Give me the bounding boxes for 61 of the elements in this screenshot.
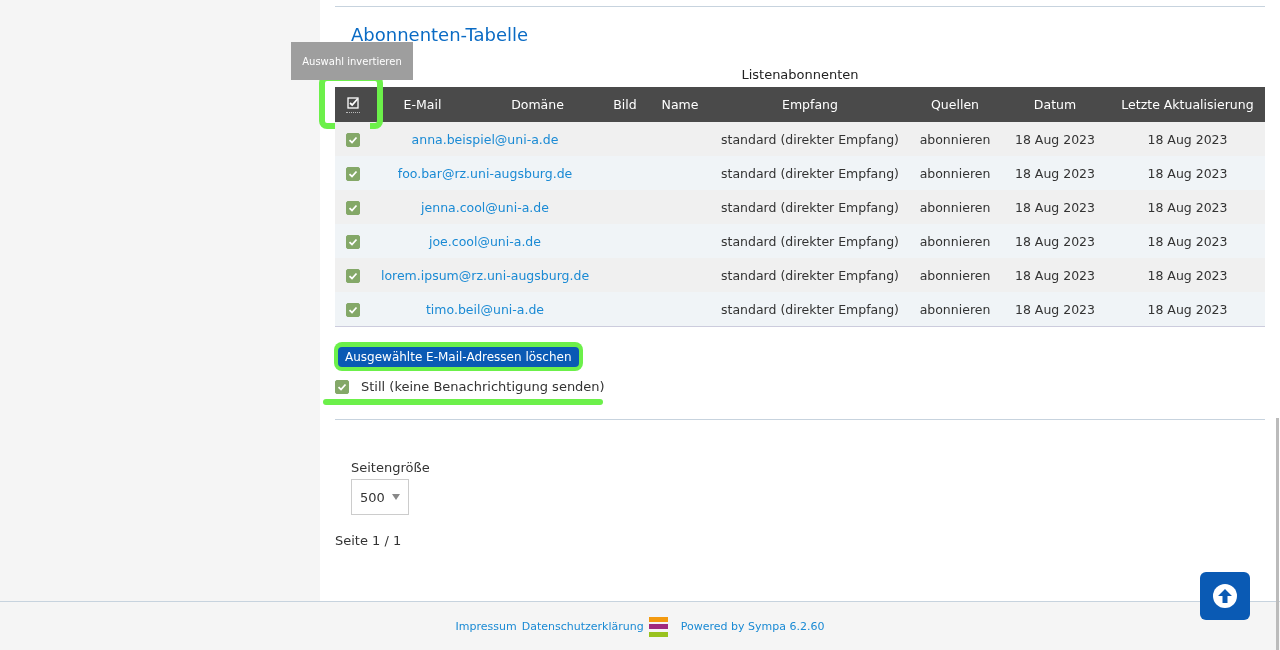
- column-header[interactable]: Name: [650, 87, 710, 122]
- table-cell: 18 Aug 2023: [1000, 258, 1110, 292]
- scroll-to-top-button[interactable]: [1200, 572, 1250, 620]
- table-cell: standard (direkter Empfang): [710, 190, 910, 224]
- checkbox[interactable]: [335, 379, 349, 394]
- table-cell: standard (direkter Empfang): [710, 122, 910, 156]
- table-cell: standard (direkter Empfang): [710, 292, 910, 327]
- pagination-text: Seite 1 / 1: [335, 533, 403, 548]
- table-cell: 18 Aug 2023: [1000, 224, 1110, 258]
- column-header[interactable]: Empfang: [710, 87, 910, 122]
- table-cell: standard (direkter Empfang): [710, 224, 910, 258]
- check-icon: [347, 304, 358, 315]
- page-size-label: Seitengröße: [351, 460, 431, 475]
- table-cell: 18 Aug 2023: [1000, 292, 1110, 327]
- table-caption: Listenabonnenten: [740, 67, 860, 84]
- table-cell: abonnieren: [910, 156, 1000, 190]
- check-icon: [347, 202, 358, 213]
- checkbox[interactable]: [345, 166, 360, 181]
- column-header[interactable]: Quellen: [910, 87, 1000, 122]
- check-icon: [347, 270, 358, 281]
- check-icon: [337, 381, 347, 392]
- page-size-select[interactable]: 500: [351, 479, 409, 515]
- check-icon: [347, 134, 358, 145]
- table-cell: 18 Aug 2023: [1110, 122, 1265, 156]
- column-header[interactable]: Domäne: [475, 87, 600, 122]
- column-header[interactable]: Letzte Aktualisierung: [1110, 87, 1265, 122]
- table-cell: abonnieren: [910, 258, 1000, 292]
- footer-link[interactable]: Powered by Sympa 6.2.60: [680, 620, 825, 633]
- table-cell: 18 Aug 2023: [1000, 122, 1110, 156]
- footer-link[interactable]: Impressum: [455, 620, 517, 633]
- checkbox[interactable]: [345, 268, 360, 283]
- column-header[interactable]: Bild: [600, 87, 650, 122]
- caret-icon: [392, 494, 400, 500]
- delete-selected-button[interactable]: Ausgewählte E-Mail-Adressen löschen: [338, 347, 579, 367]
- footer-link[interactable]: Datenschutzerklärung: [521, 620, 644, 633]
- checkbox[interactable]: [345, 132, 360, 147]
- select-all-toggle[interactable]: [345, 96, 360, 113]
- column-header[interactable]: E-Mail: [370, 87, 475, 122]
- check-icon: [347, 168, 358, 179]
- check-icon: [347, 236, 358, 247]
- table-cell: 18 Aug 2023: [1110, 224, 1265, 258]
- table-cell: 18 Aug 2023: [1000, 156, 1110, 190]
- table-cell: 18 Aug 2023: [1110, 292, 1265, 327]
- table-cell: 18 Aug 2023: [1000, 190, 1110, 224]
- table-cell: abonnieren: [910, 190, 1000, 224]
- tooltip: Auswahl invertieren: [291, 42, 413, 80]
- stripes-logo-icon: [648, 616, 668, 637]
- column-header[interactable]: Datum: [1000, 87, 1110, 122]
- table-cell: standard (direkter Empfang): [710, 258, 910, 292]
- table-cell: 18 Aug 2023: [1110, 156, 1265, 190]
- checkbox[interactable]: [345, 302, 360, 317]
- table-cell: abonnieren: [910, 224, 1000, 258]
- checkbox[interactable]: [345, 234, 360, 249]
- table-cell: abonnieren: [910, 292, 1000, 327]
- checkbox-label[interactable]: Still (keine Benachrichtigung senden): [361, 379, 605, 394]
- table-cell: standard (direkter Empfang): [710, 156, 910, 190]
- checkbox[interactable]: [345, 200, 360, 215]
- table-cell: 18 Aug 2023: [1110, 258, 1265, 292]
- table-cell: abonnieren: [910, 122, 1000, 156]
- table-cell: 18 Aug 2023: [1110, 190, 1265, 224]
- scrollbar[interactable]: [1276, 418, 1279, 650]
